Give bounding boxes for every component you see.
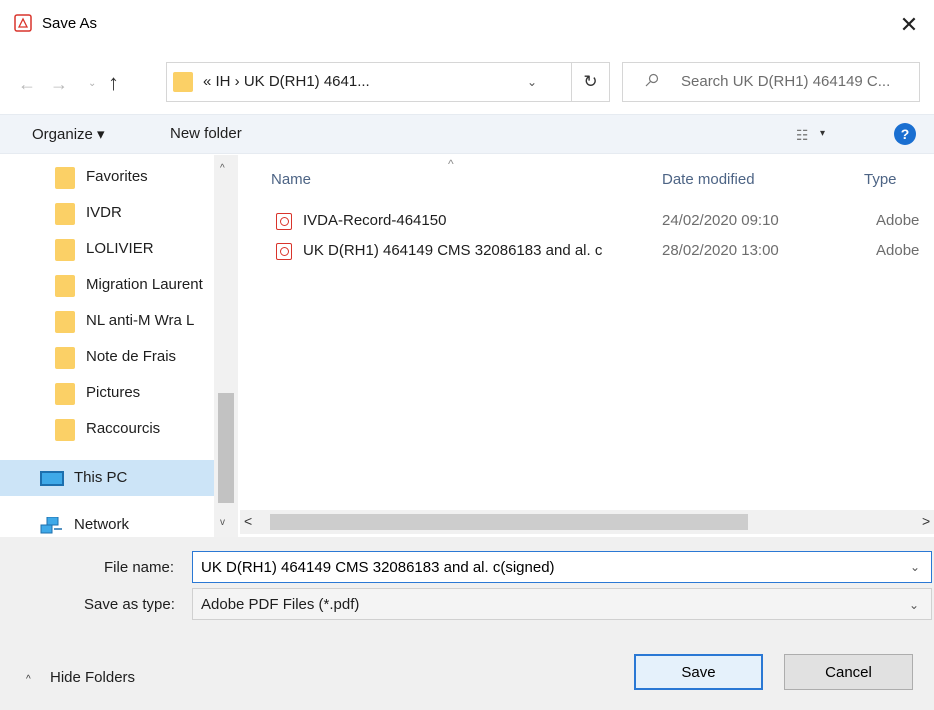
file-type: Adobe — [876, 212, 920, 229]
sidebar-item-nl-anti-m[interactable]: NL anti-M Wra L — [0, 303, 214, 339]
breadcrumb[interactable]: « IH › UK D(RH1) 4641... — [203, 73, 370, 90]
sidebar-item-label: NL anti-M Wra L — [86, 312, 195, 329]
file-row[interactable]: UK D(RH1) 464149 CMS 32086183 and al. c … — [260, 239, 934, 265]
scroll-left-icon[interactable]: < — [244, 513, 252, 529]
scroll-down-icon[interactable]: v — [220, 517, 225, 528]
sidebar-item-raccourcis[interactable]: Raccourcis — [0, 411, 214, 447]
organize-button[interactable]: Organize ▾ — [32, 125, 105, 143]
sort-ascending-icon: ^ — [448, 157, 454, 171]
column-header-type[interactable]: Type — [864, 171, 897, 188]
new-folder-button[interactable]: New folder — [170, 125, 242, 142]
sidebar-item-label: Migration Laurent — [86, 276, 203, 293]
save-as-type-value: Adobe PDF Files (*.pdf) — [201, 596, 360, 613]
hide-folders-button[interactable]: Hide Folders — [50, 669, 135, 686]
refresh-button[interactable]: ↻ — [572, 62, 610, 102]
chevron-up-icon[interactable]: ^ — [26, 674, 31, 685]
cancel-button[interactable]: Cancel — [784, 654, 913, 690]
back-arrow-icon[interactable]: ← — [18, 74, 36, 95]
folder-icon — [55, 239, 75, 261]
sidebar-item-note-de-frais[interactable]: Note de Frais — [0, 339, 214, 375]
search-icon — [645, 73, 659, 87]
sidebar-item-label: Raccourcis — [86, 420, 161, 437]
recent-locations-chevron-icon[interactable]: ⌄ — [88, 78, 96, 89]
chevron-down-icon[interactable]: ⌄ — [909, 598, 919, 612]
folder-icon — [55, 419, 75, 441]
horizontal-scrollbar[interactable]: < > — [240, 510, 934, 534]
sidebar-item-label: Favorites — [86, 168, 148, 185]
sidebar-item-lolivier[interactable]: LOLIVIER — [0, 231, 214, 267]
sidebar-item-favorites[interactable]: Favorites — [0, 159, 214, 195]
command-toolbar: Organize ▾ New folder ☷ ▾ ? — [0, 114, 934, 154]
sidebar-item-this-pc[interactable]: This PC — [0, 460, 214, 496]
search-placeholder: Search UK D(RH1) 464149 C... — [681, 73, 891, 90]
window-title: Save As — [42, 15, 98, 32]
save-form: File name: ⌄ Save as type: Adobe PDF Fil… — [0, 537, 934, 710]
up-arrow-icon[interactable]: ↑ — [108, 70, 119, 96]
column-header-name[interactable]: Name — [271, 171, 311, 188]
pdf-icon — [14, 14, 32, 32]
scroll-right-icon[interactable]: > — [922, 513, 930, 529]
save-button[interactable]: Save — [634, 654, 763, 690]
view-options-icon[interactable]: ☷ — [796, 127, 809, 144]
chevron-down-icon[interactable]: ▾ — [820, 128, 825, 139]
address-bar[interactable]: « IH › UK D(RH1) 4641... ⌄ — [166, 62, 572, 102]
folder-icon — [55, 311, 75, 333]
pdf-icon — [276, 213, 292, 230]
folder-icon — [55, 383, 75, 405]
scroll-thumb[interactable] — [218, 393, 234, 503]
column-header-date-modified[interactable]: Date modified — [662, 171, 755, 188]
save-as-type-label: Save as type: — [84, 596, 175, 613]
folder-icon — [55, 203, 75, 225]
scroll-up-icon[interactable]: ^ — [220, 163, 225, 174]
network-icon — [40, 517, 62, 534]
sidebar-item-migration[interactable]: Migration Laurent — [0, 267, 214, 303]
folder-icon — [173, 72, 193, 92]
sidebar-scrollbar[interactable]: ^ v — [214, 155, 238, 537]
sidebar-item-label: Note de Frais — [86, 348, 177, 365]
file-name: UK D(RH1) 464149 CMS 32086183 and al. c — [303, 242, 603, 259]
file-name-label: File name: — [104, 559, 175, 576]
title-bar: Save As ✕ — [0, 0, 934, 56]
sidebar-item-ivdr[interactable]: IVDR — [0, 195, 214, 231]
file-list: ^ Name Date modified Type IVDA-Record-46… — [240, 155, 934, 510]
sidebar-item-pictures[interactable]: Pictures — [0, 375, 214, 411]
file-type: Adobe — [876, 242, 920, 259]
sidebar-item-label: Network — [74, 516, 130, 533]
help-icon[interactable]: ? — [894, 123, 916, 145]
search-input[interactable]: Search UK D(RH1) 464149 C... — [622, 62, 920, 102]
file-name-field[interactable] — [192, 551, 932, 583]
folder-icon — [55, 167, 75, 189]
file-name: IVDA-Record-464150 — [303, 212, 447, 229]
computer-icon — [40, 471, 64, 486]
sidebar-item-label: LOLIVIER — [86, 240, 154, 257]
scroll-thumb[interactable] — [270, 514, 748, 530]
sidebar-item-label: This PC — [74, 469, 128, 486]
pdf-icon — [276, 243, 292, 260]
sidebar-item-label: Pictures — [86, 384, 141, 401]
close-button[interactable]: ✕ — [894, 10, 924, 40]
chevron-down-icon[interactable]: ⌄ — [527, 75, 537, 89]
file-date: 28/02/2020 13:00 — [662, 242, 779, 259]
save-as-type-select[interactable]: Adobe PDF Files (*.pdf) ⌄ — [192, 588, 932, 620]
folder-icon — [55, 275, 75, 297]
folder-icon — [55, 347, 75, 369]
sidebar-item-label: IVDR — [86, 204, 122, 221]
chevron-down-icon[interactable]: ⌄ — [910, 560, 920, 574]
navigation-pane: Favorites IVDR LOLIVIER Migration Lauren… — [0, 155, 240, 537]
file-row[interactable]: IVDA-Record-464150 24/02/2020 09:10 Adob… — [260, 209, 934, 235]
file-date: 24/02/2020 09:10 — [662, 212, 779, 229]
forward-arrow-icon[interactable]: → — [50, 74, 68, 95]
